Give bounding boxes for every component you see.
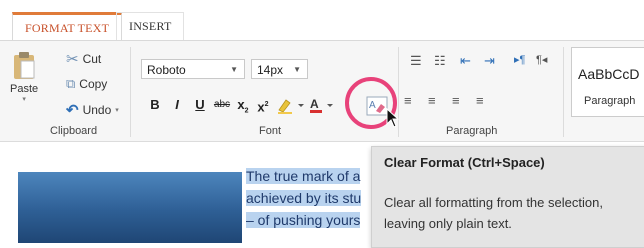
paragraph-group-label: Paragraph — [446, 125, 498, 137]
style-gallery-item-paragraph[interactable]: AaBbCcD Paragraph — [571, 47, 644, 117]
font-group-label: Font — [259, 125, 282, 137]
clear-format-tooltip: Clear Format (Ctrl+Space) Clear all form… — [371, 146, 644, 248]
subscript-label: x — [237, 97, 245, 112]
undo-icon: ↶ — [66, 102, 79, 119]
cut-label: Cut — [82, 52, 102, 66]
ltr-direction-icon[interactable]: ▸¶ — [514, 53, 525, 66]
bold-button[interactable]: B — [148, 96, 162, 114]
document-line-3: – of pushing yours — [246, 210, 361, 231]
bullet-list-icon[interactable]: ☰ — [410, 53, 422, 69]
document-line-1: The true mark of a — [246, 166, 361, 187]
svg-text:A: A — [310, 97, 319, 111]
paste-button[interactable]: Paste ▾ — [10, 51, 38, 103]
italic-button[interactable]: I — [170, 96, 184, 114]
document-photo — [18, 172, 242, 243]
outdent-icon[interactable]: ⇤ — [460, 53, 471, 69]
align-right-icon[interactable]: ≡ — [452, 93, 460, 108]
font-size-value: 14px — [257, 63, 284, 77]
ribbon-tab-bar: FORMAT TEXT INSERT — [0, 0, 644, 41]
numbered-list-icon[interactable]: ☷ — [434, 53, 446, 69]
copy-button[interactable]: ⧉ Copy — [66, 76, 107, 92]
align-center-icon[interactable]: ≡ — [428, 93, 436, 108]
font-color-icon: A — [310, 97, 333, 113]
scissors-icon: ✂ — [66, 51, 79, 68]
chevron-down-icon: ▼ — [230, 65, 238, 74]
copy-label: Copy — [79, 77, 108, 91]
style-name: Paragraph — [584, 95, 636, 107]
superscript-label: x — [257, 99, 265, 115]
font-family-select[interactable]: Roboto ▼ — [141, 59, 245, 79]
style-sample: AaBbCcD — [578, 66, 640, 82]
subscript-button[interactable]: x2 — [236, 96, 250, 115]
strikethrough-button[interactable]: abc — [211, 96, 233, 114]
rtl-direction-icon[interactable]: ¶◂ — [536, 53, 547, 66]
paste-label: Paste — [10, 83, 39, 95]
paste-icon — [14, 52, 35, 79]
font-size-select[interactable]: 14px ▼ — [251, 59, 308, 79]
cut-button[interactable]: ✂ Cut — [66, 50, 101, 68]
chevron-down-icon: ▾ — [115, 107, 119, 114]
undo-button[interactable]: ↶ Undo ▾ — [66, 101, 119, 119]
highlighter-icon — [278, 99, 304, 114]
tooltip-body: Clear all formatting from the selection,… — [384, 195, 603, 231]
align-justify-icon[interactable]: ≡ — [476, 93, 484, 108]
highlight-color-button[interactable] — [276, 96, 306, 114]
group-divider — [563, 47, 564, 137]
selected-text: The true mark of a — [246, 168, 361, 184]
ribbon: Paste ▾ ✂ Cut ⧉ Copy ↶ Undo ▾ Clipboard … — [0, 41, 644, 142]
tooltip-title: Clear Format (Ctrl+Space) — [384, 155, 545, 170]
copy-icon: ⧉ — [66, 76, 76, 91]
tab-format-text[interactable]: FORMAT TEXT — [12, 12, 123, 40]
chevron-down-icon: ▾ — [22, 96, 26, 103]
font-family-value: Roboto — [147, 63, 186, 77]
indent-icon[interactable]: ⇥ — [484, 53, 495, 69]
superscript-button[interactable]: x2 — [256, 96, 270, 114]
selected-text: – of pushing yours — [246, 212, 361, 228]
cursor-icon — [386, 108, 400, 128]
undo-label: Undo — [82, 103, 112, 117]
font-color-button[interactable]: A — [308, 96, 338, 114]
clipboard-group-label: Clipboard — [50, 125, 98, 137]
underline-button[interactable]: U — [193, 96, 207, 114]
selected-text: achieved by its stu — [246, 190, 362, 206]
group-divider — [130, 47, 131, 137]
align-left-icon[interactable]: ≡ — [404, 93, 412, 108]
chevron-down-icon: ▼ — [293, 65, 301, 74]
document-line-2: achieved by its stu — [246, 188, 362, 209]
tab-insert[interactable]: INSERT — [116, 12, 185, 40]
